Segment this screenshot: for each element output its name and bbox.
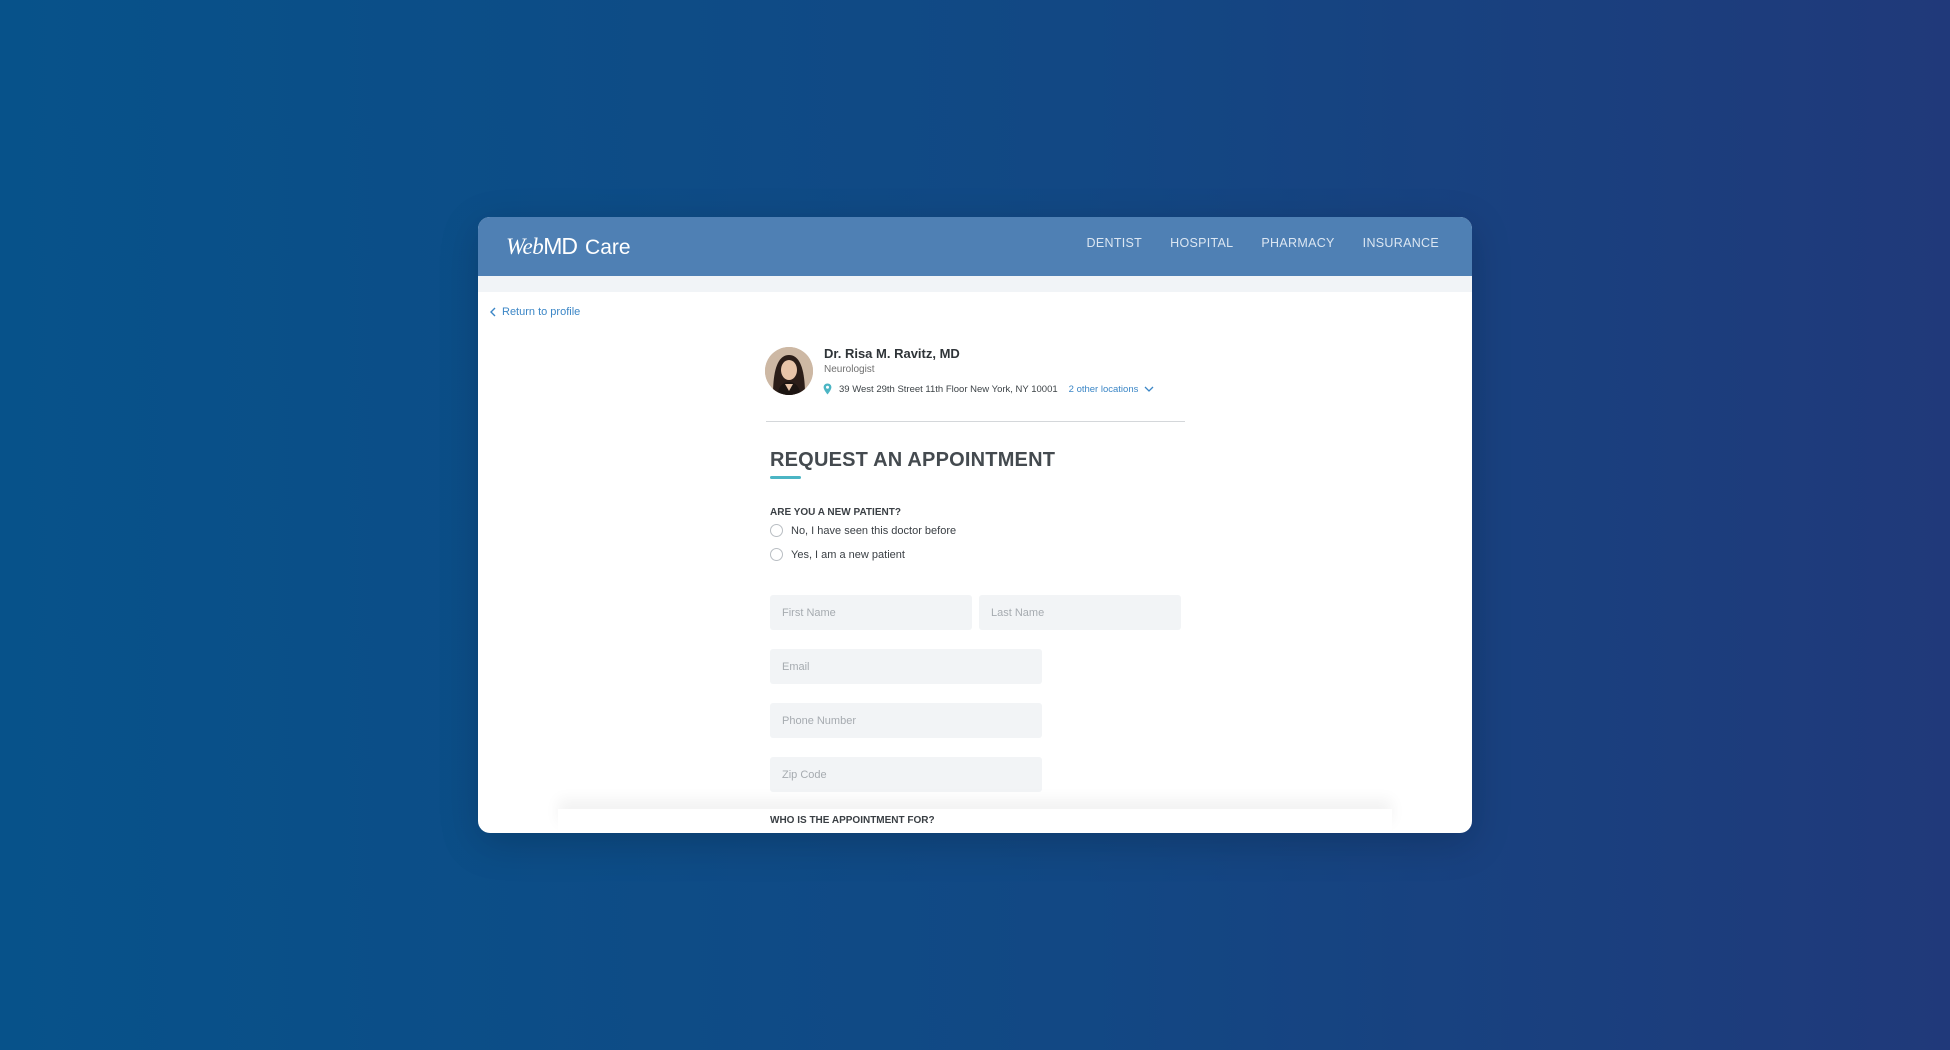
last-name-field[interactable] bbox=[979, 595, 1181, 630]
doctor-specialty: Neurologist bbox=[824, 364, 875, 375]
other-locations-label: 2 other locations bbox=[1068, 383, 1139, 395]
app-window: WebMD Care DENTIST HOSPITAL PHARMACY INS… bbox=[478, 217, 1472, 833]
nav-dentist[interactable]: DENTIST bbox=[1087, 236, 1143, 250]
chevron-left-icon bbox=[490, 307, 496, 317]
sub-header-strip bbox=[478, 276, 1472, 292]
doctor-location: 39 West 29th Street 11th Floor New York,… bbox=[823, 383, 1154, 395]
doctor-address: 39 West 29th Street 11th Floor New York,… bbox=[839, 383, 1058, 395]
phone-number-field[interactable] bbox=[770, 703, 1042, 738]
other-locations-toggle[interactable]: 2 other locations bbox=[1069, 384, 1155, 395]
return-to-profile-link[interactable]: Return to profile bbox=[490, 306, 580, 318]
top-nav-bar: WebMD Care DENTIST HOSPITAL PHARMACY INS… bbox=[478, 217, 1472, 276]
radio-button[interactable] bbox=[770, 524, 783, 537]
email-field[interactable] bbox=[770, 649, 1042, 684]
radio-button[interactable] bbox=[770, 548, 783, 561]
title-accent-underline bbox=[770, 476, 801, 479]
main-nav: DENTIST HOSPITAL PHARMACY INSURANCE bbox=[1087, 236, 1439, 250]
form-title: REQUEST AN APPOINTMENT bbox=[770, 449, 1056, 471]
nav-hospital[interactable]: HOSPITAL bbox=[1170, 236, 1233, 250]
zip-code-field[interactable] bbox=[770, 757, 1042, 792]
webmd-care-logo[interactable]: WebMD Care bbox=[506, 233, 631, 260]
radio-returning-patient[interactable]: No, I have seen this doctor before bbox=[770, 524, 956, 537]
radio-label: Yes, I am a new patient bbox=[791, 548, 905, 561]
logo-product: Care bbox=[585, 236, 631, 259]
chevron-down-icon bbox=[1144, 386, 1154, 392]
radio-label: No, I have seen this doctor before bbox=[791, 524, 957, 537]
doctor-avatar bbox=[765, 347, 813, 395]
profile-divider bbox=[766, 421, 1185, 422]
appointment-for-question: WHO IS THE APPOINTMENT FOR? bbox=[770, 815, 935, 826]
nav-pharmacy[interactable]: PHARMACY bbox=[1261, 236, 1334, 250]
nav-insurance[interactable]: INSURANCE bbox=[1363, 236, 1439, 250]
bottom-fade bbox=[558, 809, 1392, 833]
new-patient-question: ARE YOU A NEW PATIENT? bbox=[770, 507, 901, 518]
return-to-profile-label: Return to profile bbox=[502, 306, 581, 318]
logo-brand: WebMD bbox=[506, 233, 578, 259]
doctor-name[interactable]: Dr. Risa M. Ravitz, MD bbox=[824, 346, 960, 361]
radio-new-patient[interactable]: Yes, I am a new patient bbox=[770, 548, 905, 561]
first-name-field[interactable] bbox=[770, 595, 972, 630]
map-pin-icon bbox=[823, 383, 832, 395]
